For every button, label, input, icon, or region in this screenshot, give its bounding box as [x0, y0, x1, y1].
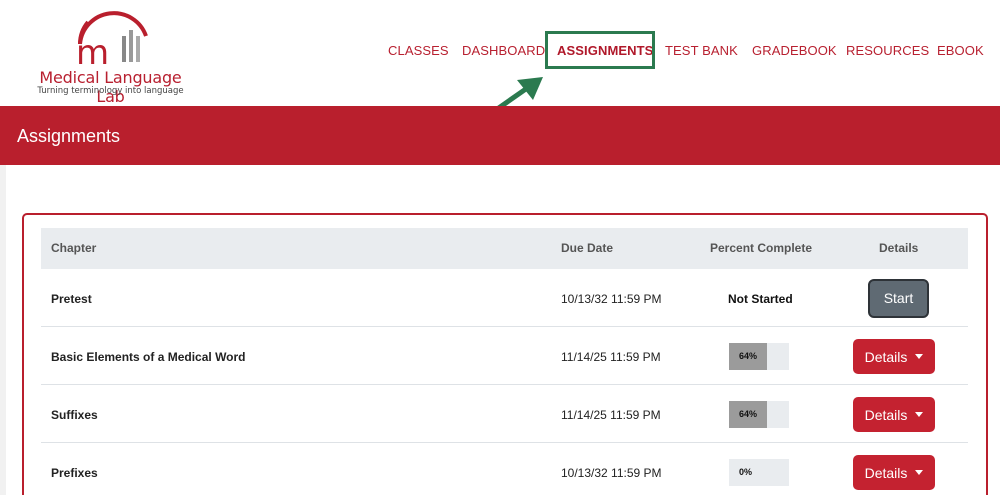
details-button-label: Details: [864, 348, 908, 365]
start-button[interactable]: Start: [868, 279, 929, 318]
progress-label: 0%: [739, 467, 753, 477]
progress-bar: 64%: [729, 401, 789, 428]
caret-down-icon: [915, 470, 924, 475]
header-details: Details: [879, 241, 919, 255]
row-chapter: Pretest: [51, 292, 92, 306]
nav-ebook[interactable]: EBOOK: [937, 43, 984, 58]
nav-dashboard[interactable]: DASHBOARD: [462, 43, 545, 58]
caret-down-icon: [915, 354, 924, 359]
annotation-highlight-box: [545, 31, 655, 69]
nav-classes[interactable]: CLASSES: [388, 43, 449, 58]
nav-test-bank[interactable]: TEST BANK: [665, 43, 738, 58]
header-chapter: Chapter: [51, 241, 97, 255]
page-title-bar: Assignments: [0, 106, 1000, 165]
details-button[interactable]: Details: [853, 339, 935, 374]
row-divider: [41, 384, 968, 385]
left-rail: [0, 165, 6, 495]
row-chapter: Basic Elements of a Medical Word: [51, 350, 246, 364]
table-header: [41, 228, 968, 269]
row-due-date: 11/14/25 11:59 PM: [561, 408, 661, 422]
svg-text:m: m: [76, 33, 109, 68]
details-button-label: Details: [864, 406, 908, 423]
nav-resources[interactable]: RESOURCES: [846, 43, 929, 58]
progress-label: 64%: [739, 351, 758, 361]
page: m Medical Language Lab Turning terminolo…: [0, 0, 1000, 495]
details-button[interactable]: Details: [853, 455, 935, 490]
row-due-date: 11/14/25 11:59 PM: [561, 350, 661, 364]
progress-bar: 64%: [729, 343, 789, 370]
progress-bar: 0%: [729, 459, 789, 486]
details-button[interactable]: Details: [853, 397, 935, 432]
nav-gradebook[interactable]: GRADEBOOK: [752, 43, 837, 58]
row-chapter: Suffixes: [51, 408, 98, 422]
details-button-label: Details: [864, 464, 908, 481]
row-divider: [41, 326, 968, 327]
row-divider: [41, 442, 968, 443]
row-due-date: 10/13/32 11:59 PM: [561, 466, 662, 480]
row-due-date: 10/13/32 11:59 PM: [561, 292, 662, 306]
row-chapter: Prefixes: [51, 466, 98, 480]
logo-mark-icon: m: [76, 11, 148, 73]
page-title: Assignments: [17, 126, 121, 146]
header-percent-complete: Percent Complete: [710, 241, 813, 255]
progress-label: 64%: [739, 409, 758, 419]
logo-tagline: Turning terminology into language: [37, 86, 184, 96]
caret-down-icon: [915, 412, 924, 417]
row-status: Not Started: [728, 292, 793, 306]
logo[interactable]: m Medical Language Lab Turning terminolo…: [28, 4, 193, 106]
header-due-date: Due Date: [561, 241, 614, 255]
